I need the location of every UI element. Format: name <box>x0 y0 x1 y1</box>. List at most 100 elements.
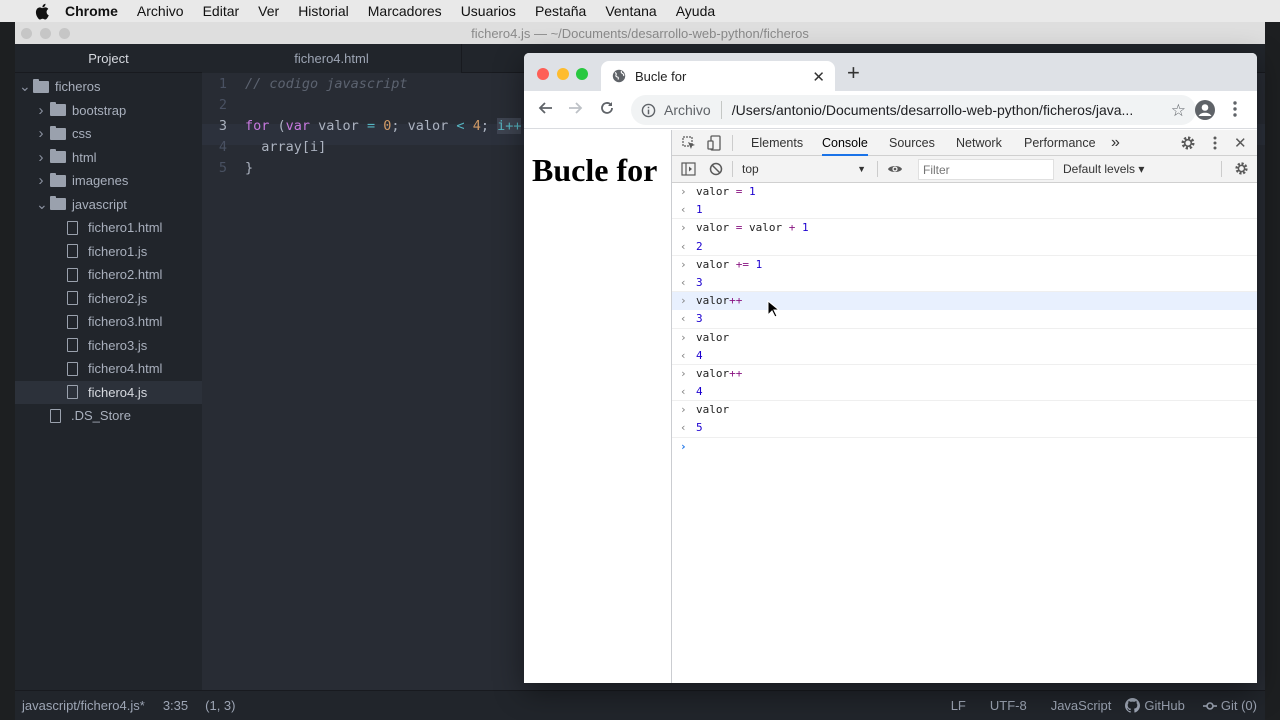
clear-console-icon[interactable] <box>709 162 723 176</box>
menu-ayuda[interactable]: Ayuda <box>676 3 715 19</box>
inspect-element-icon[interactable] <box>682 136 696 150</box>
git-label: Git (0) <box>1220 698 1257 713</box>
tab-fichero4-html[interactable]: fichero4.html <box>202 44 462 73</box>
status-github[interactable]: GitHub <box>1125 698 1185 713</box>
reload-icon[interactable] <box>599 100 615 116</box>
menu-ver[interactable]: Ver <box>258 3 279 19</box>
tab-performance[interactable]: Performance <box>1024 130 1096 156</box>
tree-file[interactable]: fichero2.js <box>15 287 202 311</box>
tab-elements[interactable]: Elements <box>751 130 803 156</box>
tree-file[interactable]: fichero3.html <box>15 310 202 334</box>
status-cursor-position[interactable]: (1, 3) <box>205 698 235 713</box>
new-tab-icon[interactable]: + <box>847 62 860 84</box>
result-arrow-icon: ‹ <box>680 239 687 253</box>
file-icon <box>67 361 78 376</box>
status-file-path[interactable]: javascript/fichero4.js* <box>22 698 145 713</box>
menu-editar[interactable]: Editar <box>203 3 240 19</box>
tree-file[interactable]: fichero2.html <box>15 263 202 287</box>
tree-folder[interactable]: ⌄ javascript <box>15 193 202 217</box>
project-tree-header[interactable]: Project <box>15 44 202 73</box>
prompt-arrow-icon: › <box>680 439 687 453</box>
tab-console[interactable]: Console <box>822 130 868 156</box>
console-output[interactable]: › valor = 1 ‹ 1 › valor = valor + 1 ‹ 2 › valor +… <box>672 183 1257 438</box>
console-input-row: › valor++ <box>672 292 1257 311</box>
code-token: ; valor <box>391 118 457 134</box>
tree-file[interactable]: fichero3.js <box>15 334 202 358</box>
apple-menu-icon[interactable] <box>33 3 51 20</box>
console-result-text: 3 <box>696 275 703 289</box>
tab-network[interactable]: Network <box>956 130 1002 156</box>
tree-item-label: fichero4.html <box>88 361 163 377</box>
more-tabs-icon[interactable]: » <box>1111 130 1120 156</box>
status-encoding[interactable]: UTF-8 <box>990 698 1027 713</box>
console-settings-gear-icon[interactable] <box>1234 161 1249 176</box>
status-line-ending[interactable]: LF <box>951 698 966 713</box>
console-result-row: ‹ 4 <box>672 347 1257 365</box>
menu-archivo[interactable]: Archivo <box>137 3 184 19</box>
tree-file[interactable]: .DS_Store <box>15 404 202 428</box>
console-input-row: › valor++ <box>672 365 1257 383</box>
status-grammar[interactable]: JavaScript <box>1051 698 1112 713</box>
menu-app[interactable]: Chrome <box>65 3 118 19</box>
bookmark-star-icon[interactable]: ☆ <box>1171 101 1186 121</box>
menu-pestana[interactable]: Pestaña <box>535 3 586 19</box>
info-icon[interactable] <box>641 103 656 118</box>
console-input-text: valor++ <box>696 292 742 310</box>
tab-sources[interactable]: Sources <box>889 130 935 156</box>
tree-folder[interactable]: ⌄ ficheros <box>15 75 202 99</box>
chrome-toolbar: Archivo /Users/antonio/Documents/desarro… <box>524 91 1257 129</box>
tree-file[interactable]: fichero1.js <box>15 240 202 264</box>
address-bar[interactable]: Archivo /Users/antonio/Documents/desarro… <box>631 95 1196 125</box>
status-git[interactable]: Git (0) <box>1202 698 1257 713</box>
console-sidebar-icon[interactable] <box>681 162 696 176</box>
tree-file[interactable]: fichero1.html <box>15 216 202 240</box>
tree-folder[interactable]: › css <box>15 122 202 146</box>
code-line-1: // codigo javascript <box>245 76 408 92</box>
devtools-menu-icon[interactable] <box>1213 136 1217 150</box>
tree-file[interactable]: fichero4.html <box>15 357 202 381</box>
menu-marcadores[interactable]: Marcadores <box>368 3 442 19</box>
file-icon <box>67 385 78 400</box>
tree-folder[interactable]: › html <box>15 146 202 170</box>
console-input-text: valor <box>696 401 729 419</box>
zoom-window-button[interactable] <box>576 68 588 80</box>
tree-folder[interactable]: › bootstrap <box>15 99 202 123</box>
device-toolbar-icon[interactable] <box>707 135 721 151</box>
close-devtools-icon[interactable]: ✕ <box>1234 134 1247 152</box>
globe-icon <box>612 69 626 83</box>
input-arrow-icon: › <box>680 330 687 344</box>
forward-arrow-icon[interactable] <box>568 100 584 116</box>
git-commit-icon <box>1202 699 1217 713</box>
console-input-row: › valor <box>672 329 1257 347</box>
page-viewport: Bucle for <box>524 130 671 683</box>
tree-folder[interactable]: › imagenes <box>15 169 202 193</box>
log-levels-dropdown[interactable]: Default levels ▾ <box>1063 162 1144 176</box>
chevron-right-icon: › <box>38 148 44 166</box>
console-filter-input[interactable] <box>918 159 1054 180</box>
mac-menubar: Chrome Archivo Editar Ver Historial Marc… <box>0 0 1280 22</box>
close-window-button[interactable] <box>537 68 549 80</box>
menu-historial[interactable]: Historial <box>298 3 349 19</box>
profile-avatar-icon[interactable] <box>1194 99 1216 121</box>
menu-usuarios[interactable]: Usuarios <box>461 3 516 19</box>
tab-close-icon[interactable]: ✕ <box>812 68 825 86</box>
keyword-for: for <box>245 118 270 134</box>
browser-tab[interactable]: Bucle for ✕ <box>601 61 835 91</box>
tree-item-label: css <box>72 126 92 142</box>
tree-file[interactable]: fichero4.js <box>15 380 202 404</box>
tab-title: Bucle for <box>635 68 687 84</box>
context-selector[interactable]: top ▼ <box>738 159 872 179</box>
back-arrow-icon[interactable] <box>537 100 553 116</box>
minimize-window-button[interactable] <box>557 68 569 80</box>
operator-token: = <box>366 118 376 134</box>
live-expression-eye-icon[interactable] <box>887 163 903 175</box>
console-prompt[interactable]: › <box>672 438 1257 456</box>
toolbar-divider <box>1221 161 1222 177</box>
menu-ventana[interactable]: Ventana <box>605 3 656 19</box>
atom-titlebar: fichero4.js — ~/Documents/desarrollo-web… <box>15 22 1265 44</box>
keyword-var: var <box>285 118 311 134</box>
chrome-menu-icon[interactable] <box>1233 101 1237 117</box>
settings-gear-icon[interactable] <box>1180 135 1196 151</box>
result-arrow-icon: ‹ <box>680 312 687 326</box>
console-input-row: › valor <box>672 401 1257 419</box>
